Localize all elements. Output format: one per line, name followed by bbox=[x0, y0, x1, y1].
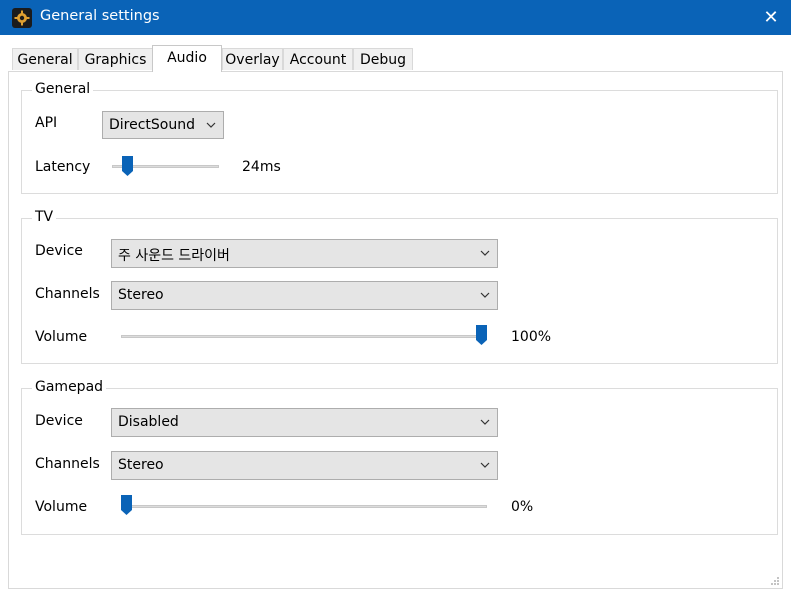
close-button[interactable]: ✕ bbox=[751, 0, 791, 35]
gamepad-channels-dropdown[interactable]: Stereo bbox=[111, 451, 498, 480]
gamepad-volume-label: Volume bbox=[35, 499, 88, 515]
gamepad-volume-value: 0% bbox=[511, 499, 534, 515]
chevron-down-icon bbox=[480, 419, 490, 425]
window-title: General settings bbox=[40, 8, 160, 24]
latency-value: 24ms bbox=[242, 159, 281, 175]
tv-volume-value: 100% bbox=[511, 329, 552, 345]
tab-audio[interactable]: Audio bbox=[152, 45, 222, 72]
gamepad-device-label: Device bbox=[35, 413, 83, 429]
api-label: API bbox=[35, 115, 58, 131]
chevron-down-icon bbox=[480, 292, 490, 298]
tv-device-label: Device bbox=[35, 243, 83, 259]
general-group: General API DirectSound Latency 24ms bbox=[21, 81, 778, 194]
tab-account[interactable]: Account bbox=[283, 48, 353, 70]
tab-graphics[interactable]: Graphics bbox=[78, 48, 153, 70]
gamepad-device-dropdown[interactable]: Disabled bbox=[111, 408, 498, 437]
group-title: TV bbox=[32, 209, 57, 225]
tv-device-value: 주 사운드 드라이버 bbox=[118, 248, 230, 264]
tv-volume-slider-thumb[interactable] bbox=[476, 325, 487, 345]
gamepad-channels-value: Stereo bbox=[118, 457, 164, 473]
latency-slider-thumb[interactable] bbox=[121, 156, 133, 176]
gamepad-group: Gamepad Device Disabled Channels Stereo … bbox=[21, 379, 778, 535]
tv-channels-label: Channels bbox=[35, 286, 100, 302]
title-bar: General settings ✕ bbox=[0, 0, 791, 35]
gamepad-volume-slider-thumb[interactable] bbox=[121, 495, 132, 515]
gamepad-channels-label: Channels bbox=[35, 456, 100, 472]
tv-channels-dropdown[interactable]: Stereo bbox=[111, 281, 498, 310]
chevron-down-icon bbox=[480, 250, 490, 256]
gear-icon bbox=[12, 8, 32, 28]
group-title: General bbox=[32, 81, 94, 97]
tab-overlay[interactable]: Overlay bbox=[222, 48, 283, 70]
tab-general[interactable]: General bbox=[12, 48, 78, 70]
resize-grip-icon[interactable] bbox=[770, 576, 780, 586]
group-title: Gamepad bbox=[32, 379, 107, 395]
api-dropdown[interactable]: DirectSound bbox=[102, 111, 224, 139]
api-dropdown-value: DirectSound bbox=[109, 117, 196, 133]
latency-label: Latency bbox=[35, 159, 91, 175]
audio-tab-panel: General API DirectSound Latency 24ms TV … bbox=[8, 71, 783, 589]
tv-volume-slider-track[interactable] bbox=[121, 335, 487, 338]
chevron-down-icon bbox=[206, 122, 216, 128]
tab-debug[interactable]: Debug bbox=[353, 48, 413, 70]
tv-volume-label: Volume bbox=[35, 329, 88, 345]
tv-device-dropdown[interactable]: 주 사운드 드라이버 bbox=[111, 239, 498, 268]
gamepad-device-value: Disabled bbox=[118, 414, 179, 430]
chevron-down-icon bbox=[480, 462, 490, 468]
tv-channels-value: Stereo bbox=[118, 287, 164, 303]
tv-group: TV Device 주 사운드 드라이버 Channels Stereo Vol… bbox=[21, 209, 778, 364]
gamepad-volume-slider-track[interactable] bbox=[121, 505, 487, 508]
